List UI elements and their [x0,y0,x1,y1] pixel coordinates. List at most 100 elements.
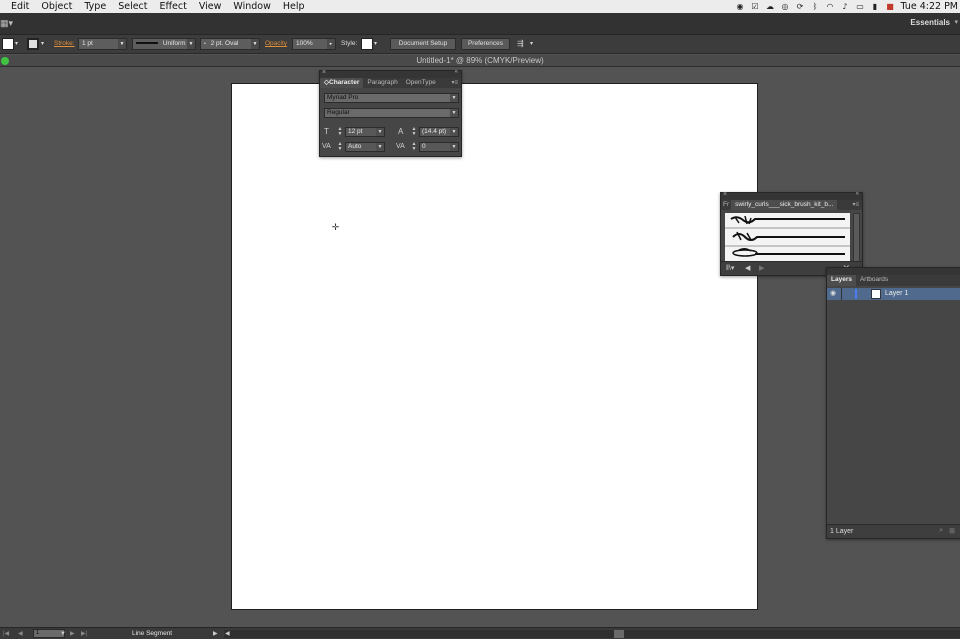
document-setup-button[interactable]: Document Setup [390,38,456,50]
tracking-stepper[interactable]: ▲ ▼ [411,142,417,152]
chevron-down-icon[interactable]: ▼ [450,94,458,102]
brush-definition[interactable]: • 2 pt. Oval ▼ [200,38,260,50]
previous-artboard-icon[interactable]: ◀ [18,630,23,638]
checklist-icon[interactable]: ☑ [750,2,759,11]
chevron-down-icon[interactable]: ▼ [118,39,126,49]
leading-stepper[interactable]: ▲ ▼ [411,127,417,137]
brush-library-menu-icon[interactable]: ‖\▾ [726,264,734,272]
workspace-switcher[interactable]: Essentials [910,18,950,27]
tab-brush-library[interactable]: swirly_curls___sick_brush_kit_b... [731,200,838,210]
record-icon[interactable]: ◉ [735,2,744,11]
menu-select[interactable]: Select [113,0,154,13]
chevron-right-icon[interactable]: ▶ [213,630,218,638]
next-library-icon[interactable]: ▶ [759,264,764,272]
layers-panel: Layers Artboards ◉ Layer 1 1 Layer ⌕ ⊞ [826,267,960,539]
chevron-down-icon[interactable]: ▾ [15,38,18,50]
sync-icon[interactable]: ⟳ [795,2,804,11]
font-size-field[interactable]: 12 pt ▼ [345,127,385,137]
document-title[interactable]: Untitled-1* @ 89% (CMYK/Preview) [0,55,960,67]
preferences-button[interactable]: Preferences [461,38,510,50]
menu-help[interactable]: Help [278,0,312,13]
tab-partial[interactable]: Fr [721,200,731,210]
tracking-field[interactable]: 0 ▼ [419,142,459,152]
layer-row[interactable]: ◉ Layer 1 [827,288,960,300]
chevron-down-icon[interactable]: ▾ [41,38,44,50]
tab-layers[interactable]: Layers [827,275,856,286]
brush-list[interactable] [725,213,850,263]
artboard[interactable] [231,83,758,610]
tab-artboards[interactable]: Artboards [856,275,892,286]
volume-icon[interactable]: ♪ [840,2,849,11]
variable-width-profile[interactable]: Uniform ▼ [132,38,196,50]
menu-effect[interactable]: Effect [155,0,194,13]
menu-window[interactable]: Window [228,0,277,13]
tab-opentype[interactable]: OpenType [402,78,440,88]
close-icon[interactable]: × [723,191,727,198]
menu-edit[interactable]: Edit [0,0,36,13]
chevron-down-icon[interactable]: ▾ [374,38,377,50]
visibility-eye-icon[interactable]: ◉ [830,289,836,297]
previous-library-icon[interactable]: ◀ [745,264,750,272]
tab-paragraph[interactable]: Paragraph [363,78,401,88]
layer-name[interactable]: Layer 1 [885,288,908,300]
chevron-down-icon[interactable]: ▼ [450,143,458,151]
menu-view[interactable]: View [194,0,229,13]
graphic-style-swatch[interactable] [361,38,373,50]
last-artboard-icon[interactable]: ▶| [81,630,87,638]
bluetooth-icon[interactable]: ᛒ [810,2,819,11]
chevron-down-icon[interactable]: ▼ [450,128,458,136]
chevron-down-icon[interactable]: ▼ [376,143,384,151]
tab-character[interactable]: ◇Character [320,78,364,88]
first-artboard-icon[interactable]: |◀ [3,630,9,638]
fill-swatch[interactable] [2,38,14,50]
scrollbar-thumb[interactable] [614,630,624,638]
horizontal-scrollbar[interactable] [224,630,960,638]
kerning-field[interactable]: Auto ▼ [345,142,385,152]
brush-library-panel: × « Fr swirly_curls___sick_brush_kit_b..… [720,191,863,276]
scroll-left-icon[interactable]: ◀ [225,630,230,638]
search-icon[interactable]: ⌕ [939,527,943,535]
chevron-right-icon[interactable]: ▸ [327,39,335,49]
panel-menu-icon[interactable]: ▾≡ [852,200,859,210]
chevron-down-icon[interactable]: ▾ [530,38,533,50]
chevron-down-icon[interactable]: ▼ [187,39,195,49]
chevron-down-icon[interactable]: ▼ [450,109,458,117]
menu-type[interactable]: Type [79,0,113,13]
font-size-stepper[interactable]: ▲ ▼ [337,127,343,137]
collapse-icon[interactable]: « [856,191,859,197]
panel-header[interactable] [827,268,960,275]
panel-header[interactable]: × « [721,191,862,200]
kerning-icon: VA [322,143,331,150]
collapse-icon[interactable]: « [455,69,458,75]
flag-icon[interactable]: ■ [885,2,894,11]
chevron-down-icon[interactable]: ▼ [60,630,66,638]
display-icon[interactable]: ▭ [855,2,864,11]
creative-cloud-icon[interactable]: ◎ [780,2,789,11]
new-layer-icon[interactable]: ⊞ [949,527,955,535]
cloud-icon[interactable]: ☁ [765,2,774,11]
arrange-icon[interactable]: ⇶ [517,38,524,50]
chevron-down-icon[interactable]: ▼ [376,128,384,136]
clock[interactable]: Tue 4:22 PM [900,1,958,12]
arrange-documents-icon[interactable]: ▦▾ [0,18,16,29]
opacity-field[interactable]: 100% ▸ [292,38,336,50]
opacity-label[interactable]: Opacity [265,38,287,50]
panel-header[interactable]: × « [320,69,461,78]
menu-object[interactable]: Object [36,0,79,13]
stroke-label[interactable]: Stroke: [54,38,75,50]
brush-strokes-preview [725,215,850,257]
vertical-scrollbar[interactable] [853,213,860,263]
panel-menu-icon[interactable]: ▾≡ [451,78,458,88]
font-style-field[interactable]: Regular ▼ [324,108,459,118]
font-family-field[interactable]: Myriad Pro ▼ [324,93,459,103]
battery-icon[interactable]: ▮ [870,2,879,11]
next-artboard-icon[interactable]: ▶ [70,630,75,638]
stroke-swatch[interactable] [27,38,39,50]
close-icon[interactable]: × [322,69,326,76]
stroke-weight-field[interactable]: 1 pt ▼ [78,38,127,50]
wifi-icon[interactable]: ◠ [825,2,834,11]
kerning-stepper[interactable]: ▲ ▼ [337,142,343,152]
chevron-down-icon[interactable]: ▾ [954,18,958,26]
chevron-down-icon[interactable]: ▼ [251,39,259,49]
leading-field[interactable]: (14.4 pt) ▼ [419,127,459,137]
